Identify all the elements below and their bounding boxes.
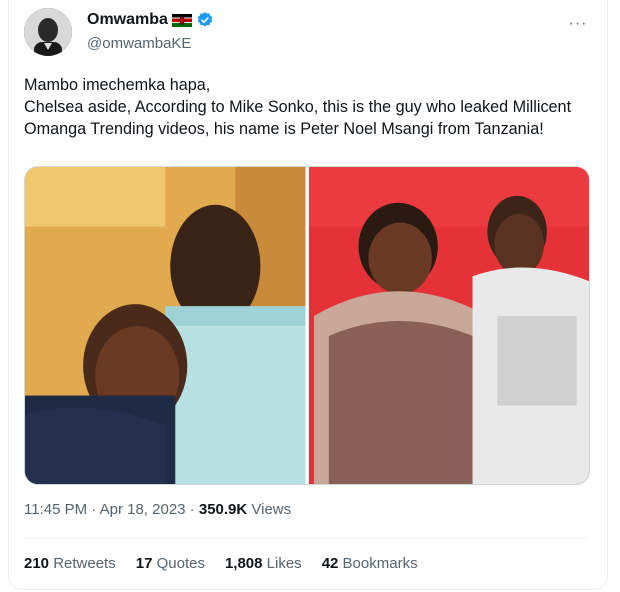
stat-likes[interactable]: 1,808 Likes xyxy=(225,555,302,572)
stat-quotes[interactable]: 17 Quotes xyxy=(136,555,205,572)
stat-count: 17 xyxy=(135,555,153,572)
stat-count: 1,808 xyxy=(224,555,263,572)
views-count: 350.9K xyxy=(198,501,248,518)
tweet-text: Mambo imechemka hapa, Chelsea aside, Acc… xyxy=(24,76,572,138)
author-name-row[interactable]: Omwamba xyxy=(87,11,214,29)
avatar[interactable] xyxy=(24,8,72,56)
tweet-time[interactable]: 11:45 PM xyxy=(24,501,87,518)
divider xyxy=(24,537,590,538)
verified-badge-icon xyxy=(196,11,214,29)
tweet-meta: 11:45 PM · Apr 18, 2023 · 350.9K Views xyxy=(24,501,291,518)
stat-count: 42 xyxy=(321,555,339,572)
meta-separator: · xyxy=(87,501,100,518)
views-label: Views xyxy=(247,501,292,518)
meta-separator: · xyxy=(185,501,199,518)
kenya-flag-icon xyxy=(171,13,192,27)
tweet-photo-left[interactable] xyxy=(25,167,306,484)
more-icon: ··· xyxy=(568,15,588,32)
display-name[interactable]: Omwamba xyxy=(87,11,168,29)
more-options-button[interactable]: ··· xyxy=(564,14,592,34)
stat-label: Quotes xyxy=(152,555,205,572)
author-handle[interactable]: @omwambaKE xyxy=(87,35,191,52)
stat-label: Bookmarks xyxy=(338,555,418,572)
stat-retweets[interactable]: 210 Retweets xyxy=(24,555,116,572)
stat-label: Likes xyxy=(262,555,302,572)
tweet-date[interactable]: Apr 18, 2023 xyxy=(100,501,186,518)
tweet-photo-right[interactable] xyxy=(308,167,589,484)
tweet-stats: 210 Retweets 17 Quotes 1,808 Likes 42 Bo… xyxy=(24,555,418,572)
tweet-media[interactable] xyxy=(24,166,590,485)
stat-count: 210 xyxy=(24,555,50,572)
stat-label: Retweets xyxy=(49,555,116,572)
stat-bookmarks[interactable]: 42 Bookmarks xyxy=(322,555,418,572)
